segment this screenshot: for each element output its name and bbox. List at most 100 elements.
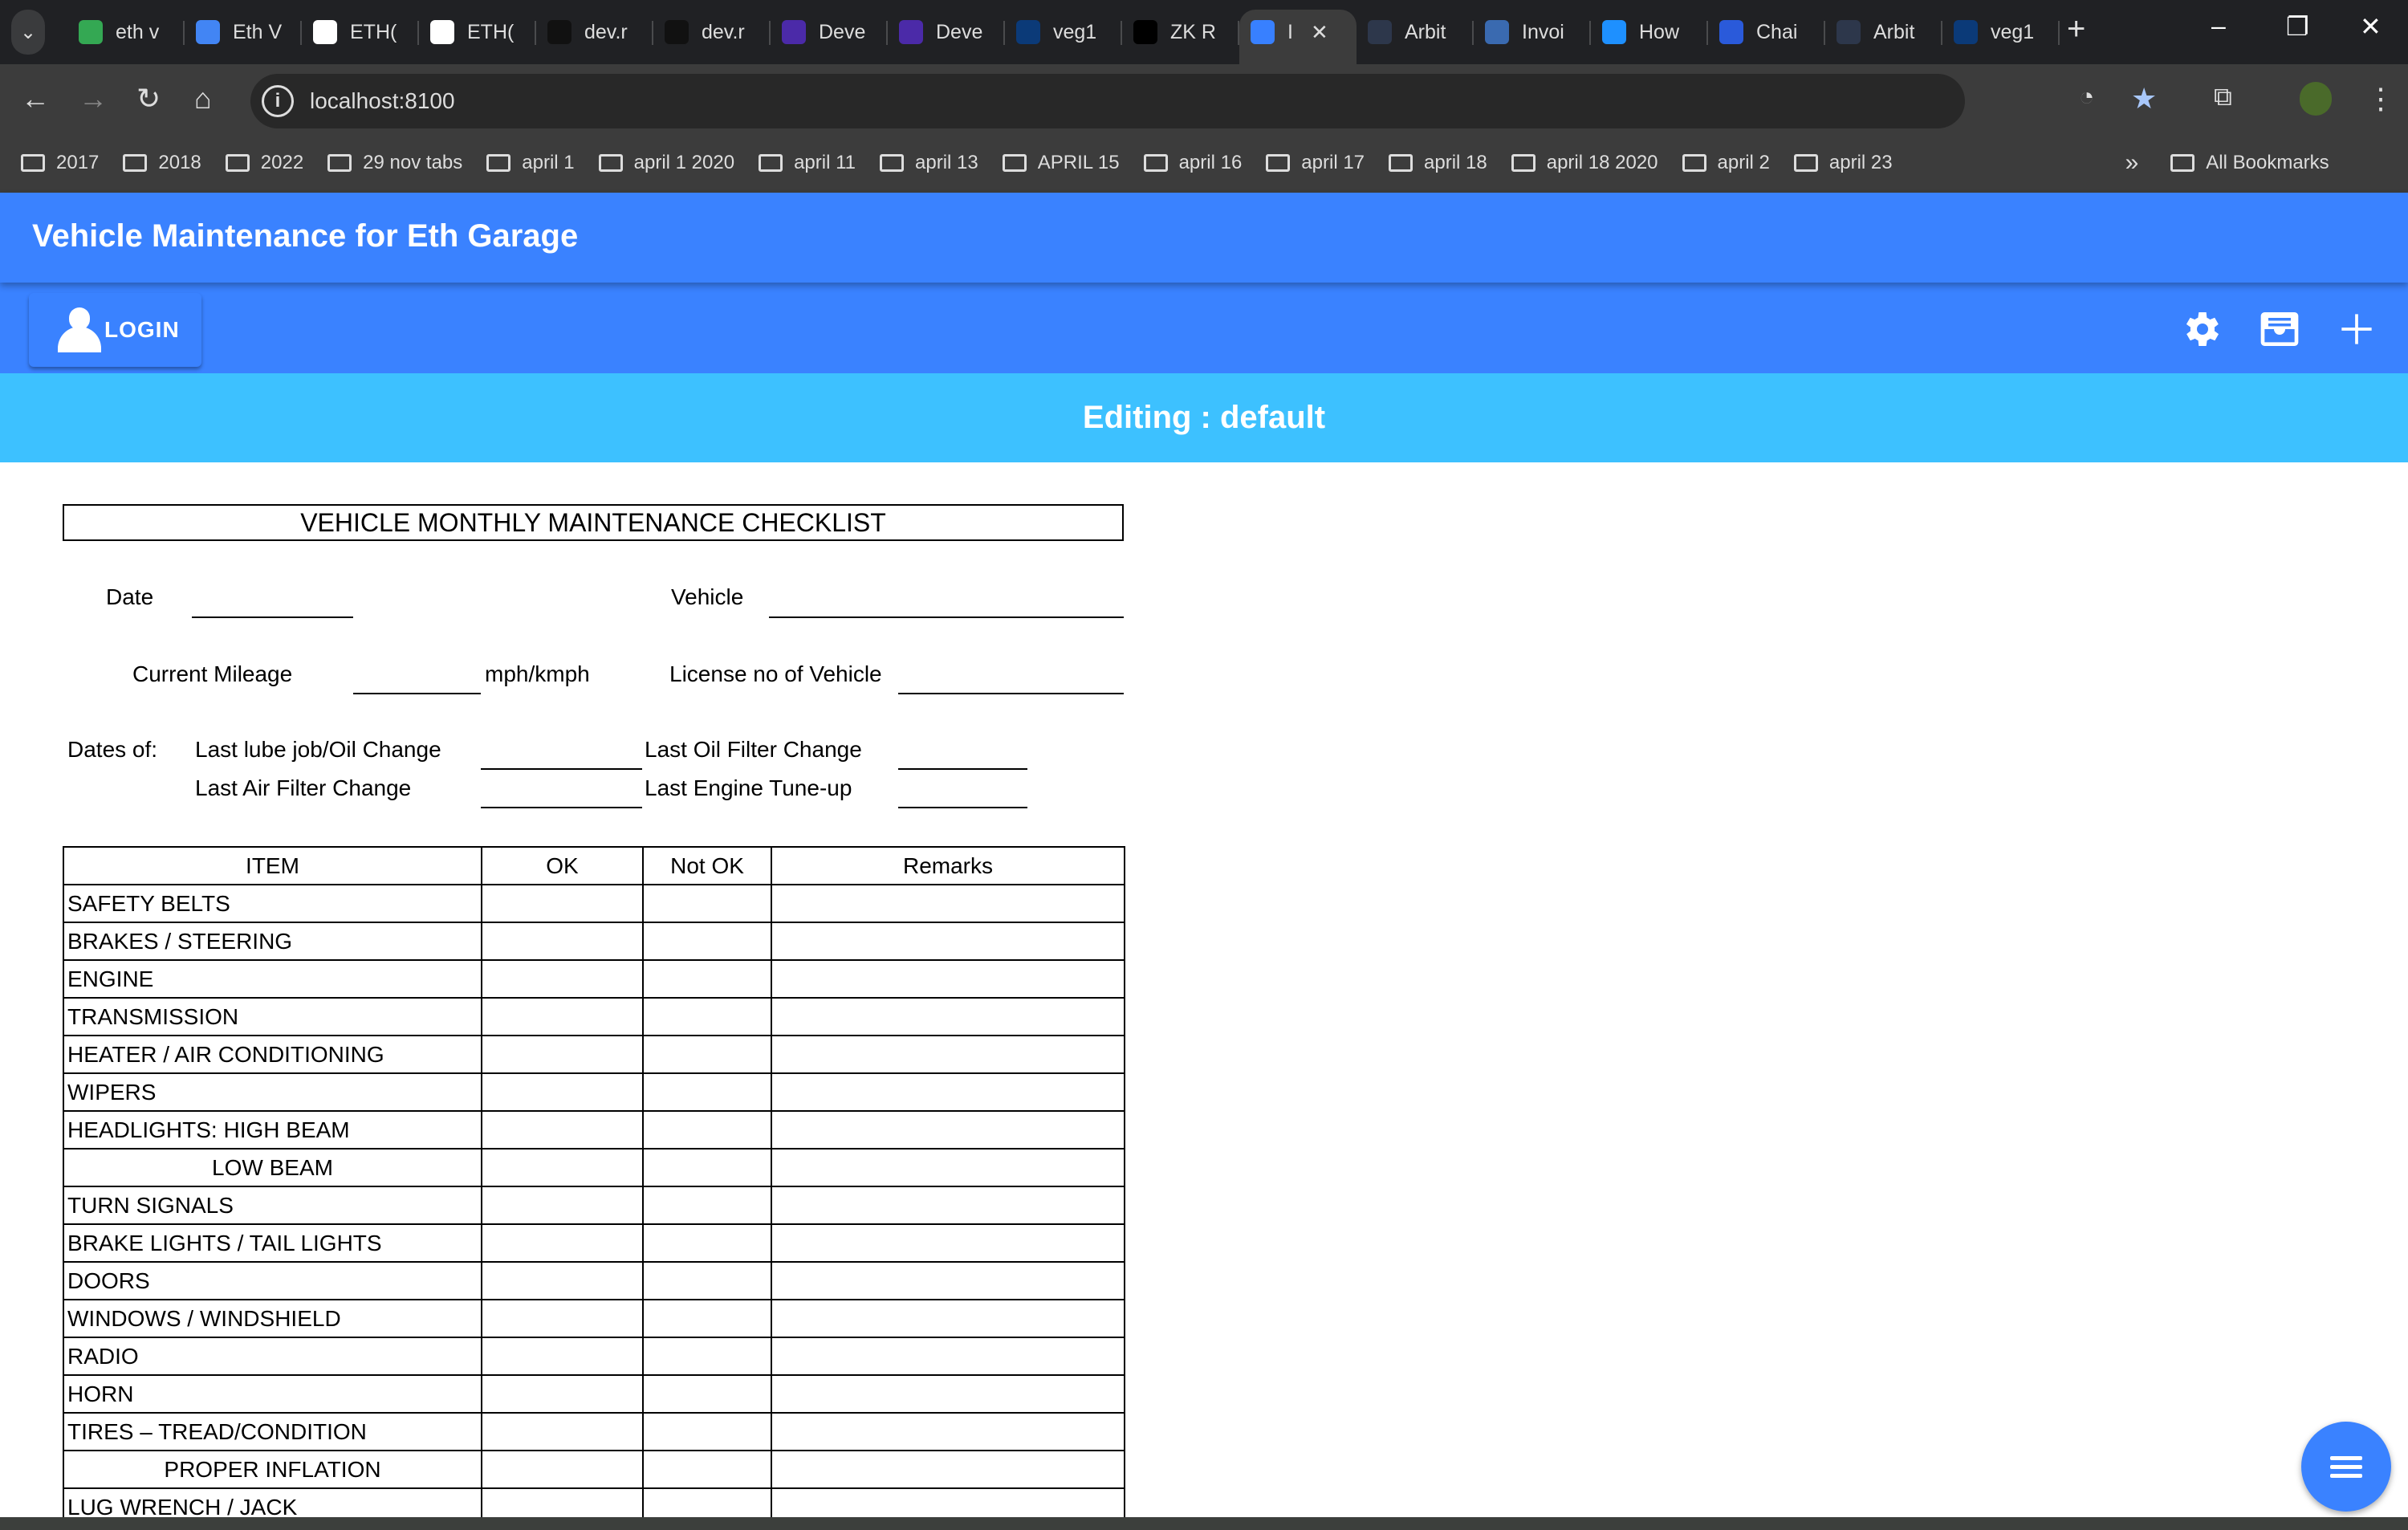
last-lube-field[interactable] — [481, 768, 642, 770]
tab[interactable]: ZK R — [1122, 10, 1239, 55]
tab[interactable]: How — [1591, 10, 1708, 55]
remarks-cell[interactable] — [771, 959, 1125, 999]
not-ok-cell[interactable] — [642, 1035, 772, 1074]
url-text[interactable]: localhost:8100 — [310, 88, 455, 114]
ok-cell[interactable] — [481, 1035, 644, 1074]
remarks-cell[interactable] — [771, 1261, 1125, 1300]
ok-cell[interactable] — [481, 1261, 644, 1300]
not-ok-cell[interactable] — [642, 922, 772, 961]
tab[interactable]: dev.r — [653, 10, 771, 55]
not-ok-cell[interactable] — [642, 997, 772, 1036]
bookmark-folder[interactable]: april 11 — [759, 152, 856, 174]
ok-cell[interactable] — [481, 1337, 644, 1376]
tab[interactable]: Deve — [888, 10, 1005, 55]
ok-cell[interactable] — [481, 1374, 644, 1414]
add-icon[interactable] — [2333, 307, 2381, 352]
bookmark-folder[interactable]: 2022 — [225, 152, 303, 174]
bookmark-folder[interactable]: april 18 2020 — [1511, 152, 1658, 174]
extensions-icon[interactable]: ⧉ — [2214, 82, 2232, 112]
settings-icon[interactable] — [2178, 307, 2227, 352]
bookmark-star-icon[interactable]: ★ — [2131, 82, 2157, 116]
remarks-cell[interactable] — [771, 1299, 1125, 1338]
remarks-cell[interactable] — [771, 922, 1125, 961]
ok-cell[interactable] — [481, 1072, 644, 1112]
performance-icon[interactable]: ◔ — [2079, 82, 2094, 112]
menu-fab-button[interactable] — [2301, 1422, 2391, 1512]
last-oil-filter-field[interactable] — [898, 768, 1027, 770]
bookmark-folder[interactable]: april 2 — [1682, 152, 1770, 174]
not-ok-cell[interactable] — [642, 1487, 772, 1517]
ok-cell[interactable] — [481, 884, 644, 923]
tab[interactable]: eth v — [67, 10, 185, 55]
remarks-cell[interactable] — [771, 997, 1125, 1036]
tab[interactable]: ETH( — [302, 10, 419, 55]
ok-cell[interactable] — [481, 922, 644, 961]
tab[interactable]: Arbit — [1357, 10, 1474, 55]
close-window-button[interactable]: ✕ — [2360, 11, 2382, 42]
tab[interactable]: Chai — [1708, 10, 1825, 55]
ok-cell[interactable] — [481, 1110, 644, 1150]
bookmark-folder[interactable]: april 16 — [1143, 152, 1242, 174]
address-bar[interactable]: i localhost:8100 — [250, 74, 1965, 128]
vehicle-field[interactable] — [769, 616, 1124, 618]
more-bookmarks-chevron-icon[interactable]: » — [2125, 149, 2139, 177]
tab[interactable]: veg1 — [1005, 10, 1122, 55]
all-bookmarks[interactable]: All Bookmarks — [2170, 152, 2329, 174]
ok-cell[interactable] — [481, 997, 644, 1036]
site-info-icon[interactable]: i — [262, 85, 294, 117]
not-ok-cell[interactable] — [642, 884, 772, 923]
bookmark-folder[interactable]: APRIL 15 — [1002, 152, 1120, 174]
not-ok-cell[interactable] — [642, 1374, 772, 1414]
remarks-cell[interactable] — [771, 1374, 1125, 1414]
bookmark-folder[interactable]: 2017 — [21, 152, 99, 174]
remarks-cell[interactable] — [771, 1110, 1125, 1150]
not-ok-cell[interactable] — [642, 1110, 772, 1150]
tab[interactable]: I ✕ — [1239, 10, 1357, 64]
bookmark-folder[interactable]: april 23 — [1793, 152, 1893, 174]
ok-cell[interactable] — [481, 1148, 644, 1187]
menu-icon[interactable]: ⋮ — [2366, 82, 2395, 116]
not-ok-cell[interactable] — [642, 1299, 772, 1338]
not-ok-cell[interactable] — [642, 1072, 772, 1112]
archive-tray-icon[interactable] — [2255, 307, 2304, 352]
license-field[interactable] — [898, 693, 1124, 694]
mileage-field[interactable] — [353, 693, 481, 694]
last-air-filter-field[interactable] — [481, 807, 642, 808]
not-ok-cell[interactable] — [642, 1261, 772, 1300]
remarks-cell[interactable] — [771, 1148, 1125, 1187]
remarks-cell[interactable] — [771, 1223, 1125, 1263]
bookmark-folder[interactable]: april 1 2020 — [598, 152, 734, 174]
not-ok-cell[interactable] — [642, 1450, 772, 1489]
new-tab-button[interactable]: + — [2067, 11, 2085, 47]
not-ok-cell[interactable] — [642, 1186, 772, 1225]
tab[interactable]: Deve — [771, 10, 888, 55]
remarks-cell[interactable] — [771, 884, 1125, 923]
ok-cell[interactable] — [481, 1450, 644, 1489]
remarks-cell[interactable] — [771, 1487, 1125, 1517]
tab[interactable]: Arbit — [1825, 10, 1942, 55]
forward-button[interactable]: → — [79, 82, 108, 116]
last-tuneup-field[interactable] — [898, 807, 1027, 808]
bookmark-folder[interactable]: april 13 — [880, 152, 978, 174]
not-ok-cell[interactable] — [642, 1337, 772, 1376]
tab[interactable]: ETH( — [419, 10, 536, 55]
home-button[interactable]: ⌂ — [194, 82, 212, 116]
tab[interactable]: Invoi — [1474, 10, 1591, 55]
remarks-cell[interactable] — [771, 1450, 1125, 1489]
reload-button[interactable]: ↻ — [136, 82, 161, 116]
ok-cell[interactable] — [481, 1223, 644, 1263]
profile-avatar[interactable] — [2300, 82, 2332, 116]
minimize-button[interactable]: – — [2211, 11, 2226, 41]
not-ok-cell[interactable] — [642, 959, 772, 999]
bookmark-folder[interactable]: 29 nov tabs — [327, 152, 462, 174]
remarks-cell[interactable] — [771, 1186, 1125, 1225]
restore-button[interactable]: ❐ — [2286, 11, 2309, 42]
not-ok-cell[interactable] — [642, 1412, 772, 1451]
ok-cell[interactable] — [481, 1299, 644, 1338]
remarks-cell[interactable] — [771, 1035, 1125, 1074]
tab[interactable]: veg1 — [1942, 10, 2060, 55]
bookmark-folder[interactable]: april 18 — [1389, 152, 1487, 174]
not-ok-cell[interactable] — [642, 1148, 772, 1187]
remarks-cell[interactable] — [771, 1072, 1125, 1112]
remarks-cell[interactable] — [771, 1412, 1125, 1451]
